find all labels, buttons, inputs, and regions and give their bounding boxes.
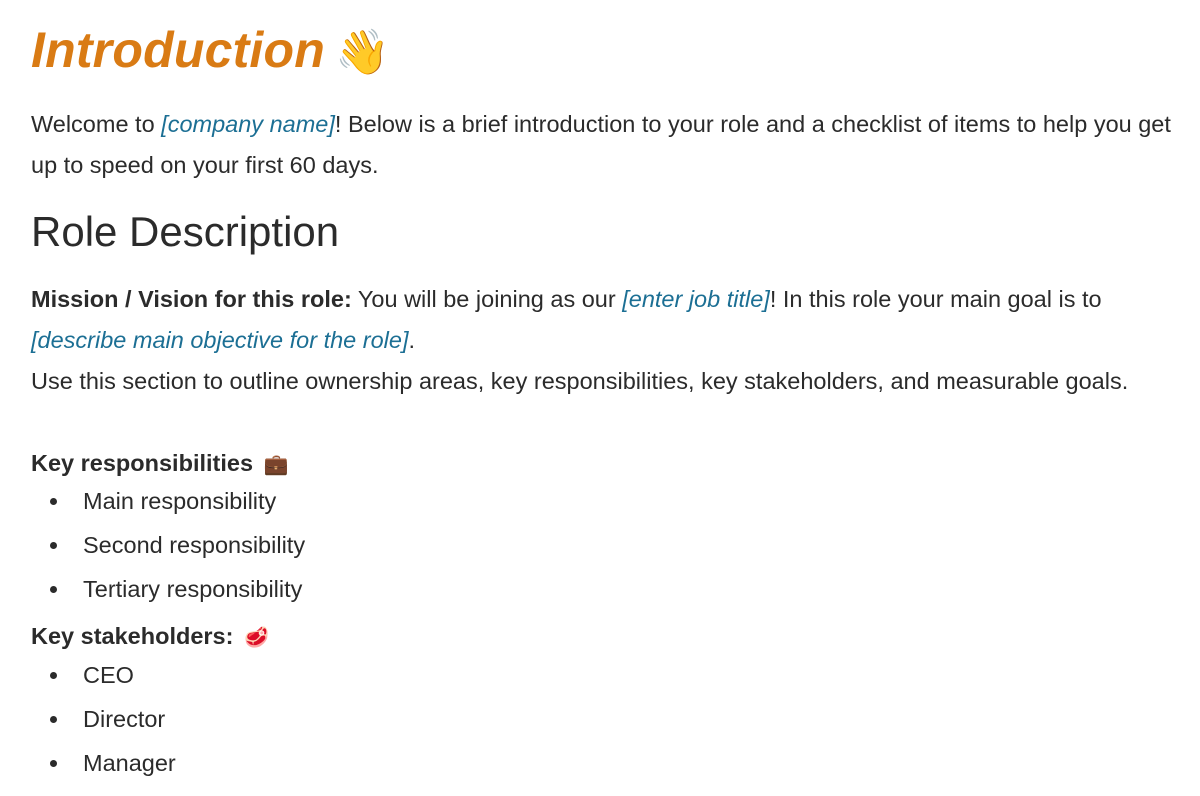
- job-title-placeholder[interactable]: [enter job title]: [622, 286, 770, 312]
- list-item-text: Tertiary responsibility: [83, 576, 303, 602]
- intro-paragraph: Welcome to [company name]! Below is a br…: [31, 104, 1171, 186]
- key-stakeholders-list: CEO Director Manager: [31, 653, 176, 785]
- list-item-text: CEO: [83, 662, 134, 688]
- bullet-icon: [50, 672, 57, 679]
- company-name-placeholder[interactable]: [company name]: [161, 111, 335, 137]
- bullet-icon: [50, 498, 57, 505]
- list-item-text: Main responsibility: [83, 488, 277, 514]
- outline-paragraph: Use this section to outline ownership ar…: [31, 368, 1129, 394]
- bullet-icon: [50, 760, 57, 767]
- page-title: Introduction 👋: [31, 18, 390, 85]
- list-item: CEO: [31, 653, 176, 697]
- mission-text-before: You will be joining as our: [351, 286, 623, 312]
- list-item: Second responsibility: [31, 523, 305, 567]
- role-description-heading: Role Description: [31, 208, 340, 255]
- mission-paragraph: Mission / Vision for this role: You will…: [31, 279, 1181, 361]
- mission-end: .: [408, 327, 416, 353]
- steak-icon: 🥩: [243, 627, 269, 649]
- mission-text-after: ! In this role your main goal is to: [769, 286, 1102, 312]
- bullet-icon: [50, 716, 57, 723]
- intro-prefix: Welcome to: [31, 111, 162, 137]
- key-responsibilities-label: Key responsibilities 💼: [31, 447, 288, 481]
- objective-placeholder[interactable]: [describe main objective for the role]: [31, 327, 409, 353]
- bullet-icon: [50, 542, 57, 549]
- briefcase-icon: 💼: [263, 454, 289, 476]
- key-stakeholders-text: Key stakeholders:: [31, 623, 234, 649]
- bullet-icon: [50, 586, 57, 593]
- list-item: Main responsibility: [31, 479, 305, 523]
- key-responsibilities-text: Key responsibilities: [31, 450, 254, 476]
- key-stakeholders-label: Key stakeholders: 🥩: [31, 620, 269, 654]
- list-item-text: Director: [83, 706, 166, 732]
- list-item: Director: [31, 697, 176, 741]
- waving-hand-icon: 👋: [335, 28, 391, 77]
- list-item-text: Manager: [83, 750, 176, 776]
- page-title-text: Introduction: [31, 22, 326, 78]
- list-item: Manager: [31, 741, 176, 785]
- list-item-text: Second responsibility: [83, 532, 306, 558]
- mission-label: Mission / Vision for this role:: [31, 286, 352, 312]
- key-responsibilities-list: Main responsibility Second responsibilit…: [31, 479, 305, 611]
- list-item: Tertiary responsibility: [31, 567, 305, 611]
